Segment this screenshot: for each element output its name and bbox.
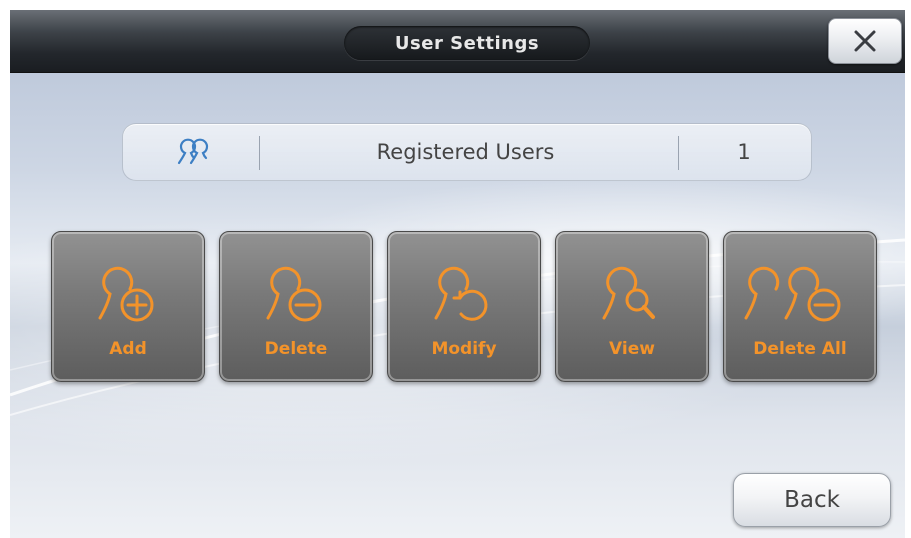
view-user-button[interactable]: View: [555, 231, 709, 382]
view-user-label: View: [609, 339, 655, 359]
divider: [259, 136, 260, 170]
user-view-icon: [602, 266, 655, 320]
delete-all-users-label: Delete All: [753, 339, 847, 359]
user-delete-icon: [266, 266, 322, 322]
delete-user-button[interactable]: Delete: [219, 231, 373, 382]
close-icon: [854, 30, 876, 52]
user-add-icon: [98, 266, 154, 322]
registered-users-count: 1: [737, 140, 751, 164]
modify-user-label: Modify: [431, 339, 497, 359]
window-title: User Settings: [344, 26, 590, 60]
close-button[interactable]: [828, 18, 902, 64]
modify-user-button[interactable]: Modify: [387, 231, 541, 382]
back-button[interactable]: Back: [733, 473, 891, 527]
title-bar: User Settings: [10, 10, 905, 73]
users-icon: [177, 138, 209, 165]
add-user-button[interactable]: Add: [51, 231, 205, 382]
users-delete-all-icon: [744, 266, 841, 322]
delete-all-users-button[interactable]: Delete All: [723, 231, 877, 382]
delete-user-label: Delete: [264, 339, 328, 359]
registered-users-panel: Registered Users 1: [122, 123, 812, 181]
user-settings-screen: User Settings Registered Users 1 Add Del…: [10, 10, 905, 538]
add-user-label: Add: [109, 339, 147, 359]
registered-users-label: Registered Users: [376, 140, 555, 164]
user-modify-icon: [434, 266, 488, 321]
